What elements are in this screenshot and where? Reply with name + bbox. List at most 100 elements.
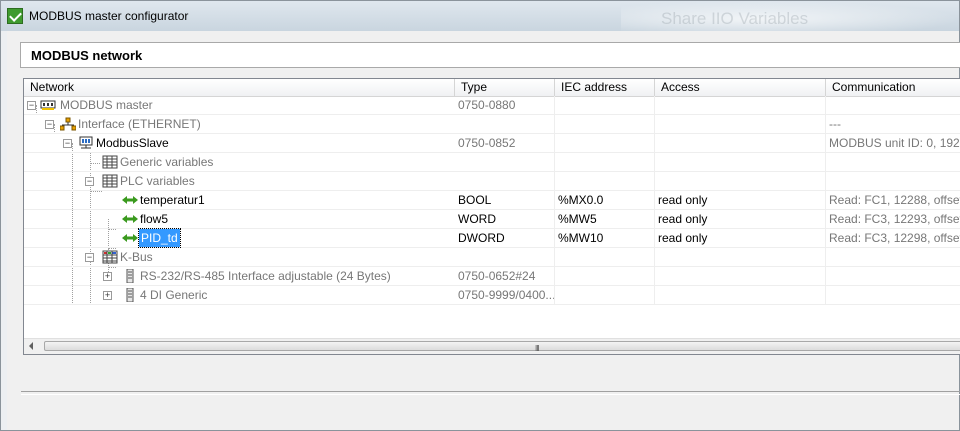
bottom-separator <box>21 391 960 395</box>
cell-access <box>655 153 826 171</box>
cell-iec <box>555 115 655 133</box>
bidirectional-arrow-icon <box>122 196 138 204</box>
bidirectional-arrow-icon <box>122 215 138 223</box>
expand-toggle[interactable]: + <box>103 291 112 300</box>
cell-access <box>655 286 826 304</box>
cell-iec: %MW10 <box>555 229 655 247</box>
cell-iec <box>555 248 655 266</box>
tree-row[interactable]: temperatur1 BOOL %MX0.0 read only Read: … <box>24 191 960 210</box>
cell-type: 0750-0852 <box>455 134 555 152</box>
variables-grid-icon <box>102 155 118 169</box>
tree-node-label[interactable]: K-Bus <box>120 248 153 266</box>
collapse-toggle[interactable]: − <box>27 101 36 110</box>
cell-communication <box>826 153 960 171</box>
app-icon <box>7 8 23 24</box>
tree-row[interactable]: − ModbusSlave 0750-0852 MODBUS unit ID: … <box>24 134 960 153</box>
io-module-icon <box>126 269 134 283</box>
column-communication[interactable]: Communication <box>826 79 960 96</box>
cell-access <box>655 248 826 266</box>
cell-type: BOOL <box>455 191 555 209</box>
cell-iec <box>555 172 655 190</box>
tree-row[interactable]: + 4 DI Generic 0750-9999/0400... <box>24 286 960 305</box>
expand-toggle[interactable]: + <box>103 272 112 281</box>
cell-communication <box>826 96 960 114</box>
cell-type <box>455 153 555 171</box>
variables-grid-icon <box>102 174 118 188</box>
cell-iec <box>555 267 655 285</box>
cell-communication: --- <box>829 117 841 131</box>
cell-type: 0750-0880 <box>455 96 555 114</box>
tree-node-label-selected[interactable]: PID_td <box>138 228 181 248</box>
tree-row[interactable]: − K-Bus <box>24 248 960 267</box>
tree-node-label[interactable]: ModbusSlave <box>96 134 169 152</box>
tree-row[interactable]: + RS-232/RS-485 Interface adjustable (24… <box>24 267 960 286</box>
scrollbar-thumb[interactable]: III <box>44 341 960 353</box>
cell-iec: %MX0.0 <box>555 191 655 209</box>
scrollbar-grip: III <box>535 344 540 353</box>
tree-node-label[interactable]: PLC variables <box>120 172 195 190</box>
cell-iec <box>555 153 655 171</box>
collapse-toggle[interactable]: − <box>85 253 94 262</box>
tree-row[interactable]: − Interface (ETHERNET) --- <box>24 115 960 134</box>
tree-node-label[interactable]: flow5 <box>140 210 168 228</box>
cell-type: DWORD <box>455 229 555 247</box>
tree-row-selected[interactable]: PID_td DWORD %MW10 read only Read: FC3, … <box>24 228 960 248</box>
scroll-left-icon[interactable] <box>29 342 33 350</box>
collapse-toggle[interactable]: − <box>63 139 72 148</box>
tree-node-label[interactable]: RS-232/RS-485 Interface adjustable (24 B… <box>140 267 391 285</box>
column-type[interactable]: Type <box>455 79 555 96</box>
tree-row[interactable]: − MODBUS master 0750-0880 <box>24 96 960 115</box>
io-module-icon <box>126 288 134 302</box>
tree-node-label[interactable]: 4 DI Generic <box>140 286 207 304</box>
modbus-master-icon <box>40 100 56 110</box>
cell-type: 0750-9999/0400... <box>455 286 555 304</box>
tree-line <box>90 163 100 164</box>
cell-access <box>655 172 826 190</box>
cell-type <box>455 115 555 133</box>
cell-type <box>455 172 555 190</box>
tree-row[interactable]: − PLC variables <box>24 172 960 191</box>
collapse-toggle[interactable]: − <box>45 120 54 129</box>
cell-communication <box>826 286 960 304</box>
cell-communication: MODBUS unit ID: 0, 192.1 <box>829 136 960 150</box>
column-iec-address[interactable]: IEC address <box>555 79 655 96</box>
cell-type <box>455 248 555 266</box>
column-header-row: Network Type IEC address Access Communic… <box>24 79 960 97</box>
tree-row[interactable]: Generic variables <box>24 153 960 172</box>
cell-access <box>655 96 826 114</box>
cell-communication: Read: FC3, 12293, offset:0 <box>829 212 960 226</box>
section-header: MODBUS network <box>20 42 960 68</box>
network-interface-icon <box>60 117 76 131</box>
cell-iec <box>555 134 655 152</box>
cell-access <box>655 134 826 152</box>
column-network[interactable]: Network <box>24 79 455 96</box>
kbus-grid-icon <box>102 250 118 264</box>
title-bar[interactable]: Share IIO Variables MODBUS master config… <box>1 1 959 31</box>
cell-access <box>655 115 826 133</box>
cell-iec <box>555 96 655 114</box>
main-window: Share IIO Variables MODBUS master config… <box>0 0 960 431</box>
cell-communication: Read: FC1, 12288, offset:0 <box>829 193 960 207</box>
window-title: MODBUS master configurator <box>29 9 189 23</box>
column-access[interactable]: Access <box>655 79 826 96</box>
cell-access <box>655 267 826 285</box>
cell-communication <box>826 267 960 285</box>
cell-type: 0750-0652#24 <box>455 267 555 285</box>
cell-access: read only <box>655 191 826 209</box>
tree-node-label[interactable]: Interface (ETHERNET) <box>78 115 201 133</box>
background-ghost-text: Share IIO Variables <box>661 9 809 28</box>
tree-node-label[interactable]: Generic variables <box>120 153 213 171</box>
cell-communication <box>826 172 960 190</box>
horizontal-scrollbar[interactable]: III <box>24 338 960 354</box>
network-tree-table[interactable]: Network Type IEC address Access Communic… <box>23 78 960 355</box>
tree-node-label[interactable]: MODBUS master <box>60 96 153 114</box>
content-area: MODBUS network Network Type IEC address … <box>7 31 960 430</box>
tree-node-label[interactable]: temperatur1 <box>140 191 205 209</box>
cell-iec: %MW5 <box>555 210 655 228</box>
tree-row[interactable]: flow5 WORD %MW5 read only Read: FC3, 122… <box>24 210 960 229</box>
bidirectional-arrow-icon <box>122 234 138 242</box>
collapse-toggle[interactable]: − <box>85 177 94 186</box>
cell-communication <box>826 248 960 266</box>
cell-type: WORD <box>455 210 555 228</box>
cell-iec <box>555 286 655 304</box>
